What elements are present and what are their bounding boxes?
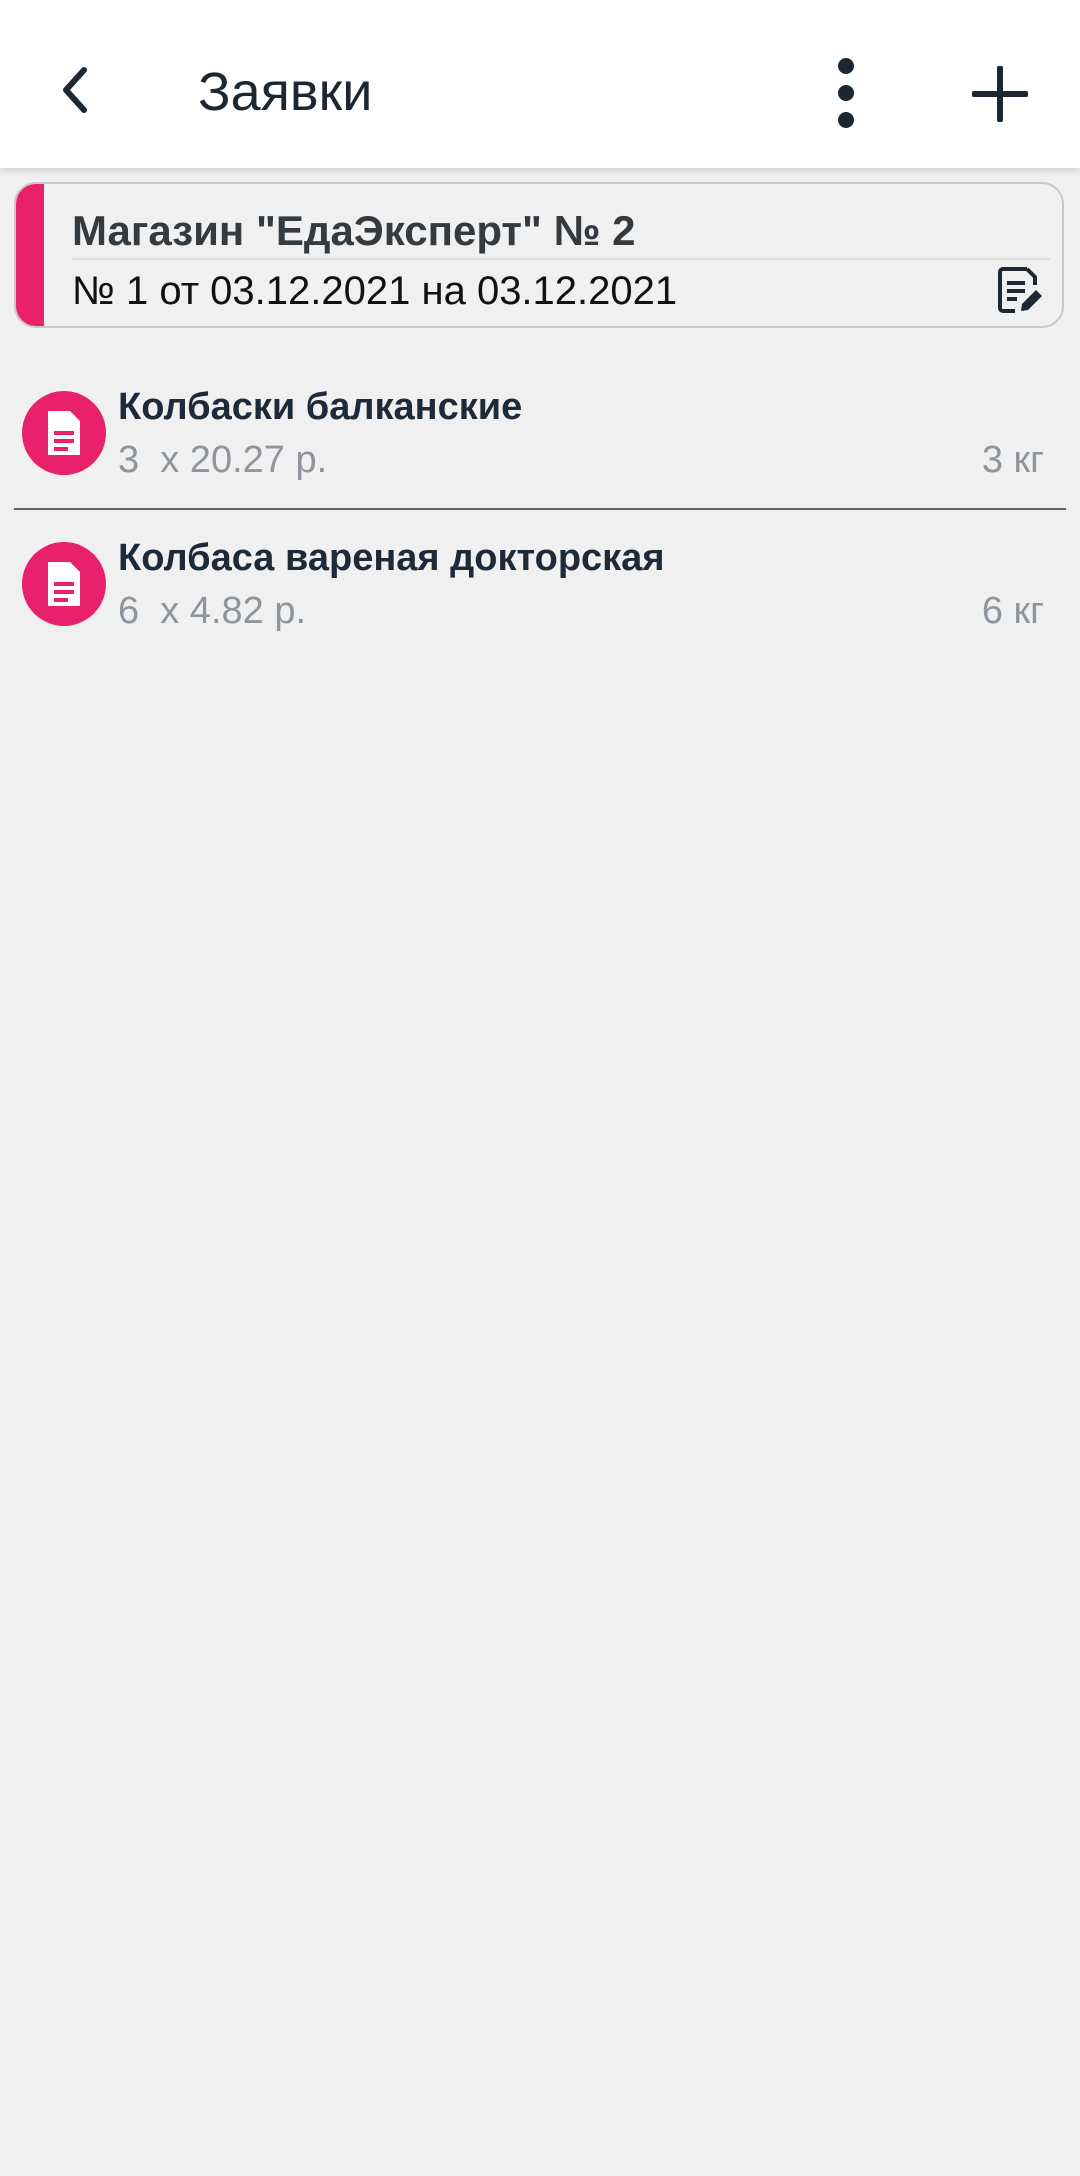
order-divider	[72, 258, 1050, 260]
document-edit-icon	[998, 267, 1042, 313]
add-button[interactable]	[960, 54, 1040, 134]
item-name: Колбаса вареная докторская	[118, 537, 665, 579]
order-header-card[interactable]: Магазин "ЕдаЭксперт" № 2 № 1 от 03.12.20…	[14, 182, 1064, 328]
order-number-dates: № 1 от 03.12.2021 на 03.12.2021	[72, 269, 678, 313]
item-quantity-price: 3 х 20.27 р.	[118, 439, 328, 481]
page-title: Заявки	[198, 62, 373, 122]
plus-icon	[972, 66, 1028, 122]
more-options-button[interactable]	[810, 54, 882, 132]
order-accent-bar	[16, 184, 44, 326]
list-item[interactable]: Колбаса вареная докторская 6 х 4.82 р. 6…	[0, 511, 1080, 661]
list-divider	[14, 508, 1066, 510]
document-icon	[22, 391, 106, 475]
chevron-left-icon	[63, 67, 87, 113]
item-weight: 3 кг	[981, 439, 1044, 481]
item-name: Колбаски балканские	[118, 386, 523, 428]
back-button[interactable]	[40, 54, 112, 126]
list-item[interactable]: Колбаски балканские 3 х 20.27 р. 3 кг	[0, 360, 1080, 510]
order-store-title: Магазин "ЕдаЭксперт" № 2	[72, 207, 636, 254]
more-vertical-icon	[838, 58, 854, 128]
item-weight: 6 кг	[981, 590, 1044, 632]
document-icon	[22, 542, 106, 626]
edit-order-button[interactable]	[992, 262, 1048, 318]
app-bar: Заявки	[0, 0, 1080, 168]
item-quantity-price: 6 х 4.82 р.	[118, 590, 307, 632]
